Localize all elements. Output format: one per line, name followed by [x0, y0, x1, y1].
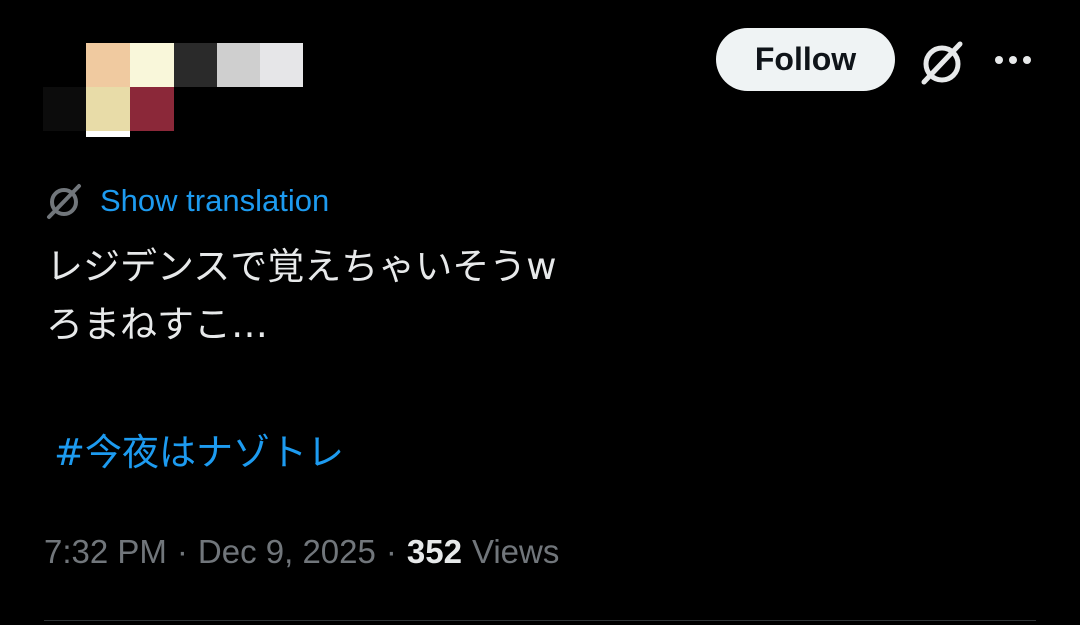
translation-row[interactable]: Show translation — [44, 178, 329, 224]
avatar-pixel — [43, 87, 86, 131]
meta-separator: · — [385, 533, 397, 570]
avatar-pixel — [130, 43, 174, 87]
avatar-pixel — [86, 87, 130, 131]
tweet-time[interactable]: 7:32 PM — [44, 533, 167, 571]
tweet-date[interactable]: Dec 9, 2025 — [198, 533, 376, 571]
views-count: 352 — [406, 533, 462, 570]
hashtag-link[interactable]: #今夜はナゾトレ — [54, 424, 344, 482]
avatar[interactable] — [43, 43, 303, 138]
more-horizontal-icon[interactable] — [990, 42, 1036, 78]
tweet-text-line: レジデンスで覚えちゃいそうw — [46, 245, 557, 288]
divider — [44, 620, 1036, 621]
avatar-pixel — [86, 131, 130, 137]
avatar-pixel — [130, 87, 174, 131]
tweet-text: レジデンスで覚えちゃいそうw ろまねすこ… — [46, 238, 1006, 354]
tweet-meta: 7:32 PM · Dec 9, 2025 · 352 Views — [44, 528, 559, 576]
meta-separator: · — [176, 533, 188, 570]
show-translation-link[interactable]: Show translation — [100, 183, 329, 219]
grok-icon[interactable] — [916, 36, 968, 88]
avatar-pixel — [260, 43, 303, 87]
avatar-pixel — [86, 43, 130, 87]
views-label: Views — [471, 533, 560, 570]
tweet-text-line: ろまねすこ… — [46, 303, 268, 346]
follow-button[interactable]: Follow — [716, 28, 895, 91]
globe-icon — [47, 184, 81, 219]
avatar-pixel — [217, 43, 260, 87]
avatar-pixel — [174, 43, 218, 87]
